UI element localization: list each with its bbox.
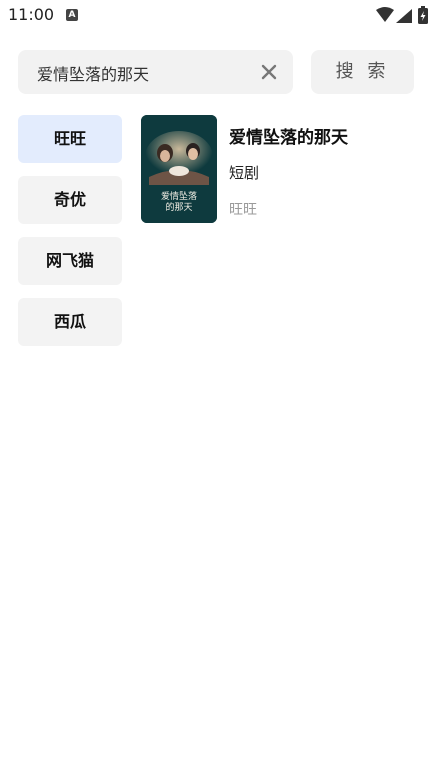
search-input[interactable]: 爱情坠落的那天 bbox=[18, 50, 293, 94]
wifi-icon bbox=[376, 7, 394, 22]
status-bar: 11:00 A bbox=[0, 0, 432, 32]
source-item-xigua[interactable]: 西瓜 bbox=[18, 298, 122, 346]
screen: 11:00 A 爱情坠落的那天 搜 索 旺旺 奇优 网飞猫 西瓜 爱情坠落 的那… bbox=[0, 0, 432, 769]
svg-text:的那天: 的那天 bbox=[165, 201, 192, 213]
clear-icon[interactable] bbox=[259, 62, 279, 82]
poster-artwork: 爱情坠落 的那天 bbox=[141, 115, 217, 223]
result-title: 爱情坠落的那天 bbox=[229, 128, 348, 148]
result-card[interactable]: 爱情坠落 的那天 爱情坠落的那天 短剧 旺旺 bbox=[141, 115, 414, 223]
status-time: 11:00 bbox=[8, 5, 55, 24]
search-button[interactable]: 搜 索 bbox=[311, 50, 414, 94]
result-source: 旺旺 bbox=[229, 202, 257, 218]
source-item-wangwang[interactable]: 旺旺 bbox=[18, 115, 122, 163]
poster-image: 爱情坠落 的那天 bbox=[141, 115, 217, 223]
notification-a-icon: A bbox=[66, 9, 78, 21]
search-input-value[interactable]: 爱情坠落的那天 bbox=[37, 61, 149, 85]
svg-text:爱情坠落: 爱情坠落 bbox=[161, 190, 197, 202]
result-type: 短剧 bbox=[229, 164, 260, 182]
signal-icon bbox=[396, 9, 412, 23]
source-item-qiyou[interactable]: 奇优 bbox=[18, 176, 122, 224]
battery-icon bbox=[418, 6, 428, 24]
source-item-wangfeimao[interactable]: 网飞猫 bbox=[18, 237, 122, 285]
status-icons bbox=[376, 6, 428, 24]
